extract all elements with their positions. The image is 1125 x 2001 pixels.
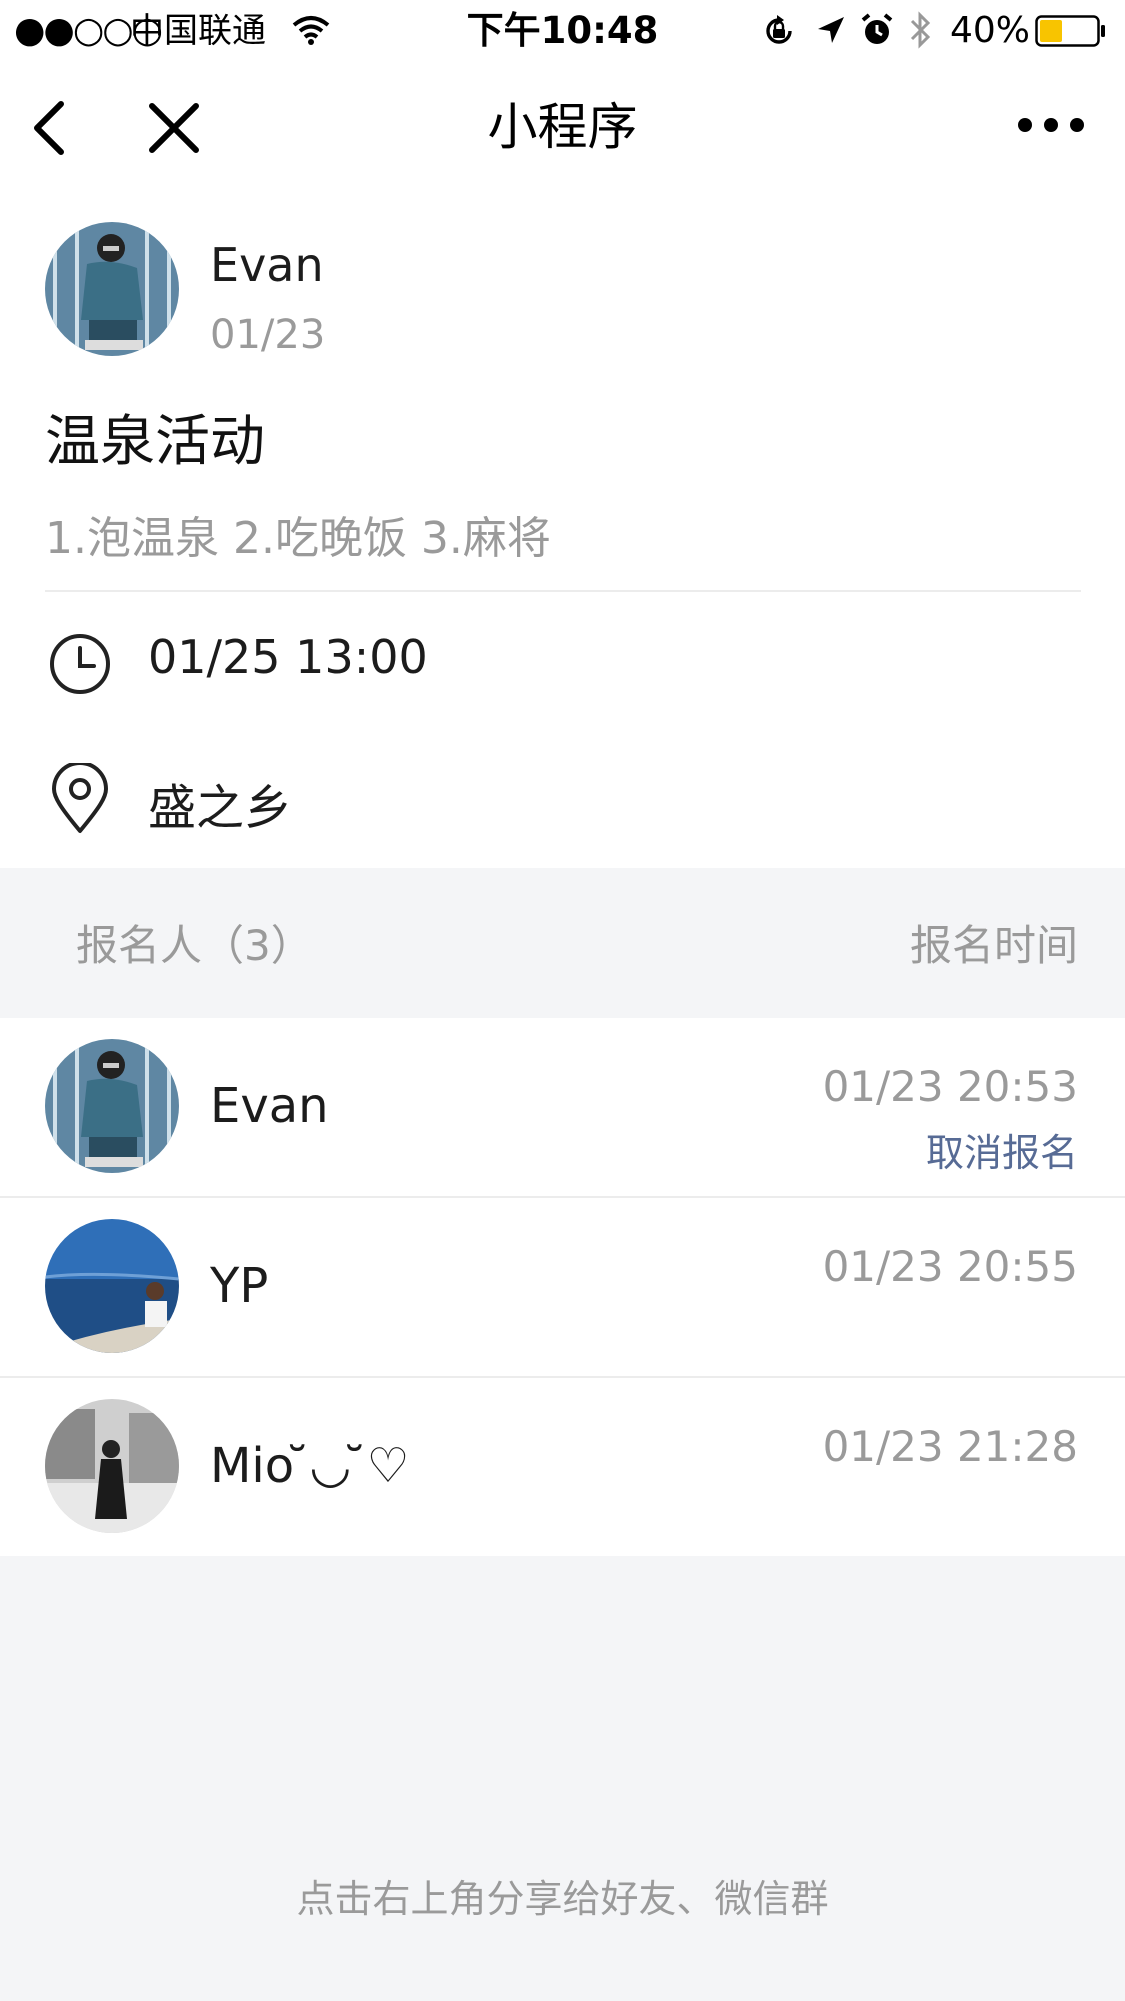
avatar	[45, 1399, 179, 1533]
participant-name: YP	[210, 1258, 269, 1314]
post-date: 01/23	[210, 312, 326, 358]
divider	[45, 590, 1081, 592]
status-bar: ●●○○○ 中国联通 下午10:48 40%	[0, 0, 1125, 62]
activity-description: 1.泡温泉 2.吃晚饭 3.麻将	[45, 513, 551, 564]
signup-time: 01/23 21:28	[822, 1422, 1078, 1471]
signup-count-header: 报名人（3）	[76, 921, 313, 970]
signup-time: 01/23 20:55	[822, 1242, 1078, 1291]
bluetooth-icon	[906, 10, 934, 54]
more-dots-icon[interactable]	[1016, 110, 1086, 144]
signup-time: 01/23 20:53	[822, 1062, 1078, 1111]
organizer-name: Evan	[210, 238, 324, 292]
location-arrow-icon	[816, 15, 846, 49]
location-name: 盛之乡	[148, 780, 293, 836]
avatar	[45, 1219, 179, 1353]
battery-percent: 40%	[950, 10, 1031, 51]
clock-icon	[48, 632, 112, 700]
activity-title: 温泉活动	[45, 409, 266, 473]
battery-icon	[1035, 15, 1107, 51]
signup-time-header: 报名时间	[909, 921, 1078, 970]
participant-name: Mio ̆◡ ̆♡	[210, 1438, 410, 1494]
share-hint: 点击右上角分享给好友、微信群	[296, 1877, 829, 1921]
alarm-icon	[860, 12, 894, 52]
participant-name: Evan	[210, 1078, 329, 1134]
avatar	[45, 1039, 179, 1173]
avatar[interactable]	[45, 222, 179, 356]
page-title: 小程序	[487, 98, 638, 156]
cancel-signup-link[interactable]: 取消报名	[926, 1122, 1078, 1177]
location-pin-icon	[50, 761, 110, 839]
orientation-lock-icon	[762, 14, 796, 52]
start-time: 01/25 13:00	[148, 630, 428, 684]
